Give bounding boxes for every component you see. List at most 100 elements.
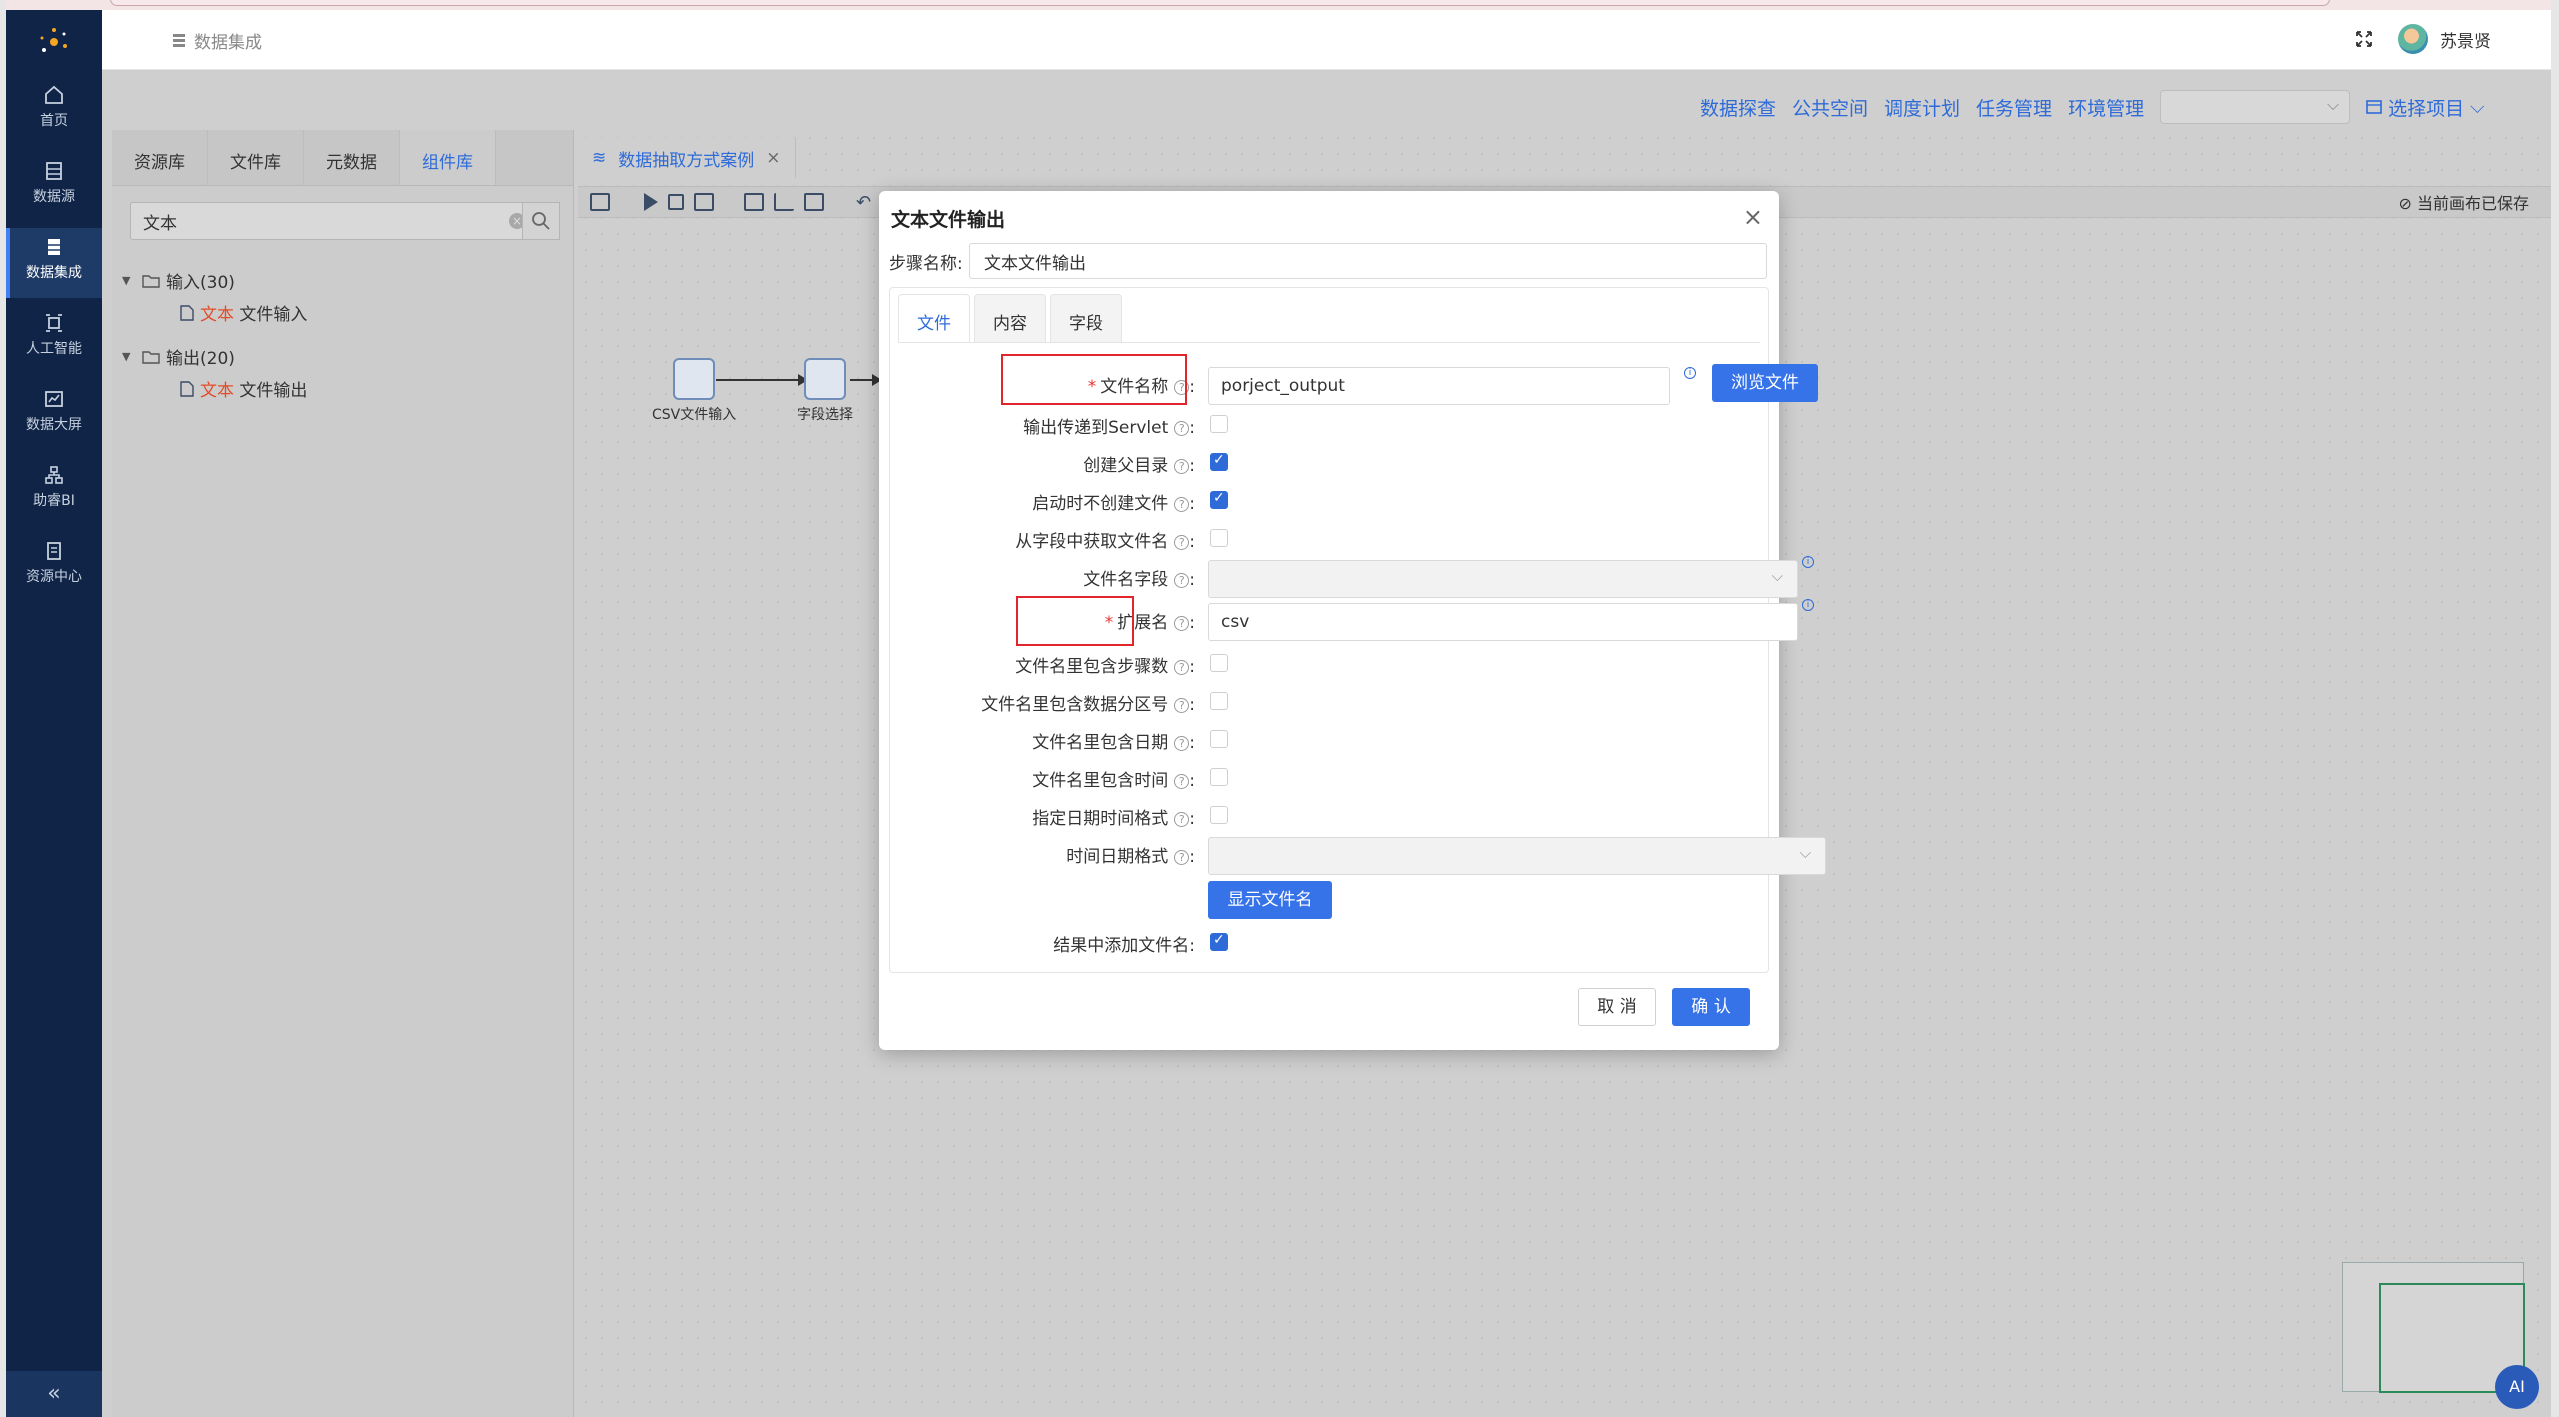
- avatar[interactable]: [2398, 24, 2428, 54]
- tab-metadata[interactable]: 元数据: [304, 130, 400, 185]
- include-date-label-text: 文件名里包含日期: [1032, 733, 1169, 753]
- info-icon[interactable]: i: [1802, 599, 1814, 611]
- help-icon[interactable]: ?: [1174, 659, 1190, 675]
- add-to-result-checkbox[interactable]: [1210, 932, 1228, 951]
- info-icon[interactable]: i: [1802, 556, 1814, 568]
- tab-fields[interactable]: 字段: [1050, 294, 1122, 342]
- close-icon[interactable]: ×: [766, 148, 780, 168]
- sidebar-item-ai[interactable]: 人工智能: [6, 304, 102, 374]
- env-select[interactable]: [2160, 90, 2351, 124]
- run-icon[interactable]: [644, 193, 658, 211]
- nav-task-manage[interactable]: 任务管理: [1976, 94, 2052, 121]
- extension-input[interactable]: [1208, 603, 1798, 641]
- tab-components[interactable]: 组件库: [400, 130, 496, 185]
- filename-field-select[interactable]: [1208, 560, 1798, 598]
- highlight-box-extension: [1016, 596, 1134, 646]
- help-icon[interactable]: ?: [1174, 735, 1190, 751]
- help-icon[interactable]: ?: [1174, 572, 1190, 588]
- cancel-button[interactable]: 取 消: [1578, 988, 1656, 1026]
- include-partition-checkbox[interactable]: [1210, 692, 1228, 710]
- sidebar-item-resource[interactable]: 资源中心: [6, 532, 102, 602]
- add-to-result-label: 结果中添加文件名:: [1053, 936, 1195, 956]
- help-icon[interactable]: ?: [1174, 849, 1190, 865]
- stop-icon[interactable]: [668, 194, 684, 210]
- help-icon[interactable]: ?: [1174, 773, 1190, 789]
- breadcrumb-text: 数据集成: [194, 33, 262, 53]
- include-partition-label-text: 文件名里包含数据分区号: [981, 695, 1169, 715]
- search-input[interactable]: [131, 203, 471, 239]
- ai-assistant-button[interactable]: AI: [2495, 1365, 2539, 1409]
- flow-tab-label: 数据抽取方式案例: [618, 150, 755, 171]
- close-icon[interactable]: ×: [1743, 203, 1763, 231]
- grid-icon[interactable]: [744, 193, 764, 211]
- help-icon[interactable]: ?: [1174, 534, 1190, 550]
- project-icon: [2366, 100, 2382, 114]
- help-icon[interactable]: ?: [1174, 811, 1190, 827]
- search-button[interactable]: [522, 202, 560, 240]
- tab-file[interactable]: 文件: [898, 294, 970, 342]
- align-icon[interactable]: [774, 193, 794, 211]
- servlet-label-text: 输出传递到Servlet: [1023, 418, 1169, 438]
- sidebar-item-datasource[interactable]: 数据源: [6, 152, 102, 222]
- include-time-checkbox[interactable]: [1210, 768, 1228, 786]
- flow-node-field-select[interactable]: 字段选择: [797, 358, 853, 424]
- include-stepnr-checkbox[interactable]: [1210, 654, 1228, 672]
- sidebar-item-bi[interactable]: 助睿BI: [6, 456, 102, 526]
- tab-content[interactable]: 内容: [974, 294, 1046, 342]
- sidebar-item-home[interactable]: 首页: [6, 76, 102, 146]
- nav-env-manage[interactable]: 环境管理: [2068, 94, 2144, 121]
- name-from-field-checkbox[interactable]: [1210, 529, 1228, 547]
- confirm-button[interactable]: 确 认: [1672, 988, 1750, 1026]
- info-icon[interactable]: i: [1684, 367, 1696, 379]
- sidebar-item-integration[interactable]: 数据集成: [6, 228, 102, 298]
- tree-item-label: 文件输入: [234, 305, 308, 325]
- tab-files[interactable]: 文件库: [208, 130, 304, 185]
- tab-resource[interactable]: 资源库: [112, 130, 208, 185]
- help-icon[interactable]: ?: [1174, 615, 1190, 631]
- select-project-button[interactable]: 选择项目 ⌵: [2366, 94, 2485, 121]
- help-icon[interactable]: ?: [1174, 458, 1190, 474]
- sidebar-item-label: 助睿BI: [33, 493, 75, 509]
- tree-folder-input[interactable]: ▼ 输入(30): [122, 268, 235, 293]
- show-filename-button[interactable]: 显示文件名: [1208, 881, 1332, 919]
- browser-scrollbar[interactable]: [2551, 0, 2559, 1417]
- filename-input[interactable]: [1208, 367, 1670, 405]
- tree-item-text-output[interactable]: 文本 文件输出: [180, 376, 307, 401]
- save-icon[interactable]: [590, 193, 610, 211]
- nav-schedule[interactable]: 调度计划: [1884, 94, 1960, 121]
- minimap[interactable]: [2342, 1262, 2525, 1393]
- no-create-on-start-checkbox[interactable]: [1210, 490, 1228, 509]
- include-date-checkbox[interactable]: [1210, 730, 1228, 748]
- ai-icon: [46, 314, 62, 332]
- check-circle-icon: ⊘: [2398, 194, 2412, 213]
- flow-node-csv-input[interactable]: CSV文件输入: [652, 358, 736, 424]
- sidebar-item-bigscreen[interactable]: 数据大屏: [6, 380, 102, 450]
- help-icon[interactable]: ?: [1174, 420, 1190, 436]
- collapse-sidebar-button[interactable]: «: [6, 1371, 102, 1417]
- tree-item-text-input[interactable]: 文本 文件输入: [180, 300, 307, 325]
- dialog-tabs: 文件 内容 字段: [898, 294, 1122, 342]
- servlet-checkbox[interactable]: [1210, 415, 1228, 433]
- create-parent-checkbox[interactable]: [1210, 452, 1228, 471]
- step-name-input[interactable]: [969, 243, 1767, 279]
- browse-file-button[interactable]: 浏览文件: [1712, 364, 1818, 402]
- layout-icon[interactable]: [804, 193, 824, 211]
- tree-folder-output[interactable]: ▼ 输出(20): [122, 344, 235, 369]
- help-icon[interactable]: ?: [1174, 697, 1190, 713]
- undo-icon[interactable]: ↶: [856, 192, 871, 213]
- date-format-label-text: 时间日期格式: [1066, 847, 1169, 867]
- help-icon[interactable]: ?: [1174, 496, 1190, 512]
- folder-icon: [142, 274, 160, 288]
- tab-flow[interactable]: ≋ 数据抽取方式案例 ×: [578, 138, 796, 178]
- user-menu[interactable]: 苏景贤: [2398, 24, 2491, 54]
- folder-label: 输入: [166, 273, 200, 293]
- fullscreen-icon[interactable]: [2354, 29, 2374, 49]
- nav-public-space[interactable]: 公共空间: [1792, 94, 1868, 121]
- debug-icon[interactable]: [694, 193, 714, 211]
- specify-format-checkbox[interactable]: [1210, 806, 1228, 824]
- date-format-select[interactable]: [1208, 837, 1826, 875]
- filename-field-label: 文件名字段?:: [1083, 570, 1195, 590]
- nav-data-explore[interactable]: 数据探查: [1700, 94, 1776, 121]
- tab-divider: [898, 342, 1760, 343]
- no-create-on-start-label-text: 启动时不创建文件: [1032, 494, 1169, 514]
